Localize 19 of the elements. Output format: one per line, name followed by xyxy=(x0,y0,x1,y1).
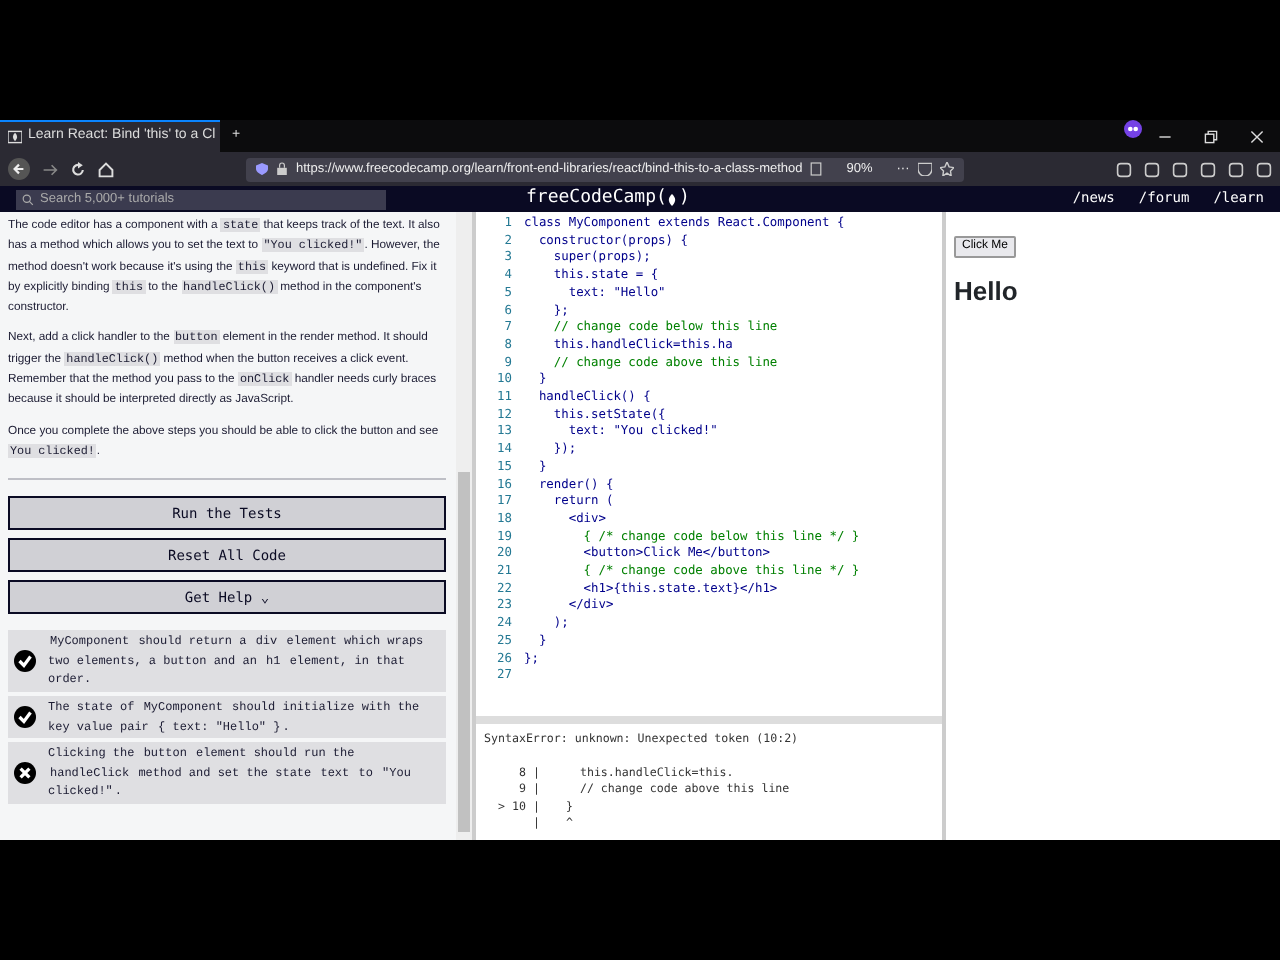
reader-icon xyxy=(810,162,823,176)
shield-icon xyxy=(256,162,268,176)
fire-logo-icon xyxy=(8,130,22,144)
mask-icon xyxy=(1124,120,1142,138)
scrollbar[interactable] xyxy=(456,212,472,840)
search-icon xyxy=(22,193,34,205)
logo-text[interactable]: freeCodeCamp( xyxy=(526,185,667,213)
pocket-icon xyxy=(917,162,932,176)
forward-icon xyxy=(42,161,58,177)
home-icon xyxy=(98,161,114,177)
star-icon xyxy=(939,162,954,176)
flame-icon xyxy=(666,191,679,207)
back-icon xyxy=(8,158,30,180)
preview-heading: Hello xyxy=(954,276,1020,308)
lock-icon xyxy=(276,162,288,176)
restore-icon xyxy=(1204,129,1218,143)
close-icon xyxy=(1250,129,1264,143)
logo-text[interactable]: ) xyxy=(678,185,690,213)
reload-icon xyxy=(70,161,86,177)
